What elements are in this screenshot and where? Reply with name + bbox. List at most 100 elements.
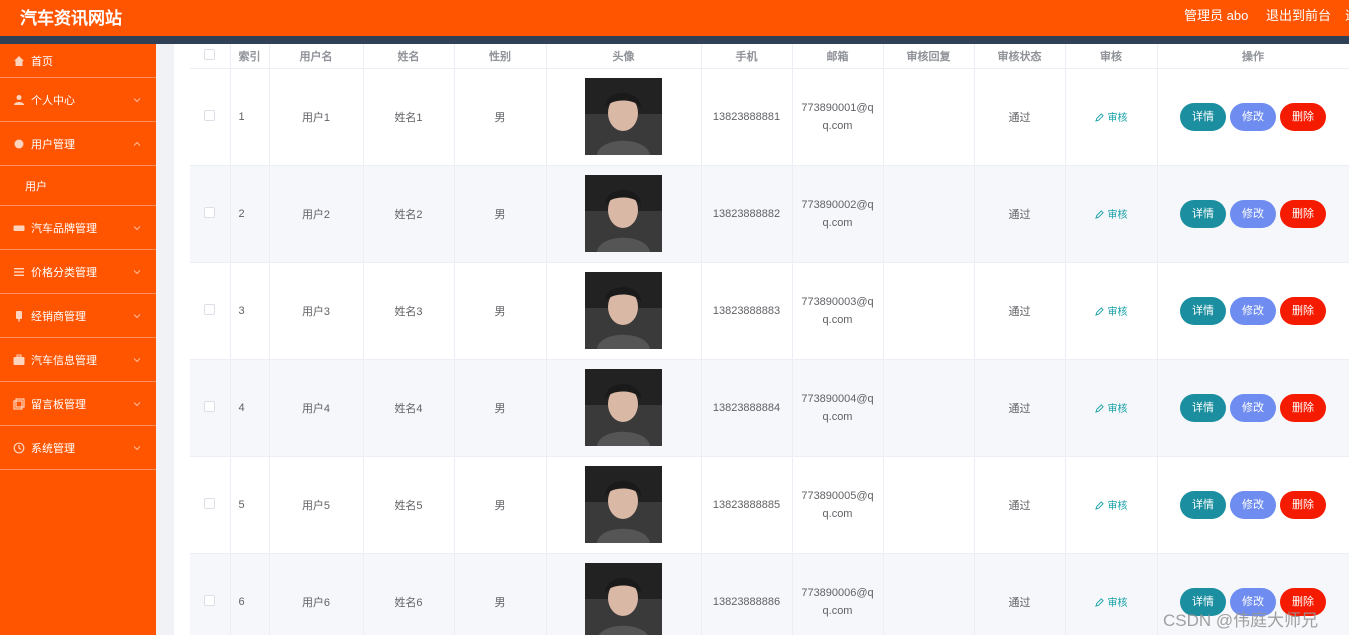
home-icon — [14, 55, 24, 66]
edit-button[interactable]: 修改 — [1230, 296, 1276, 325]
sidebar-item-label: 留言板管理 — [31, 398, 86, 411]
sidebar-item-car-brand[interactable]: 汽车品牌管理 — [0, 206, 156, 250]
index-value: 5 — [238, 498, 245, 511]
row-select-cell[interactable] — [190, 456, 231, 554]
user-table: 索引 用户名 姓名 性别 头像 手机 邮箱 审核回复 审核状态 审核 操作 1 … — [190, 44, 1349, 635]
row-checkbox[interactable] — [204, 497, 216, 509]
sidebar-item-label: 价格分类管理 — [31, 266, 97, 279]
delete-button[interactable]: 删除 — [1280, 102, 1326, 131]
audit-link[interactable]: 审核 — [1094, 404, 1128, 415]
detail-button[interactable]: 详情 — [1180, 296, 1226, 325]
sidebar-item-car-info[interactable]: 汽车信息管理 — [0, 338, 156, 382]
edit-button[interactable]: 修改 — [1230, 393, 1276, 422]
sidebar-item-user-management[interactable]: 用户管理 — [0, 122, 156, 166]
name-value: 姓名1 — [394, 111, 423, 124]
watermark: CSDN @伟庭大师兄 — [1163, 611, 1319, 630]
status-cell: 通过 — [974, 359, 1066, 457]
edit-button[interactable]: 修改 — [1230, 199, 1276, 228]
logout-link[interactable]: 退出到前台 — [1266, 5, 1331, 24]
status-cell: 通过 — [974, 456, 1066, 554]
gender-value: 男 — [494, 596, 506, 609]
delete-button[interactable]: 删除 — [1280, 393, 1326, 422]
row-checkbox[interactable] — [204, 109, 216, 121]
name-cell: 姓名1 — [363, 68, 455, 166]
audit-link[interactable]: 审核 — [1094, 598, 1128, 609]
row-select-cell[interactable] — [190, 553, 231, 635]
audit-link[interactable]: 审核 — [1094, 210, 1128, 221]
column-header: 审核回复 — [883, 44, 975, 69]
index-cell: 5 — [230, 456, 270, 554]
edit-button[interactable]: 修改 — [1230, 490, 1276, 519]
gender-value: 男 — [494, 402, 506, 415]
index-cell: 3 — [230, 262, 270, 360]
sidebar-item-home[interactable]: 首页 — [0, 44, 156, 78]
detail-button[interactable]: 详情 — [1180, 102, 1226, 131]
index-value: 3 — [238, 304, 245, 317]
sidebar-item-label: 首页 — [31, 55, 53, 68]
sidebar-item-price-category[interactable]: 价格分类管理 — [0, 250, 156, 294]
audit-link[interactable]: 审核 — [1094, 113, 1128, 124]
column-header: 邮箱 — [792, 44, 884, 69]
sidebar-item-message-board[interactable]: 留言板管理 — [0, 382, 156, 426]
audit-link-label: 审核 — [1107, 404, 1128, 415]
row-select-cell[interactable] — [190, 68, 231, 166]
reply-cell — [883, 553, 975, 635]
row-select-cell[interactable] — [190, 165, 231, 263]
phone-value: 13823888882 — [712, 207, 781, 220]
audit-cell: 审核 — [1065, 553, 1158, 635]
sidebar-item-dealer[interactable]: 经销商管理 — [0, 294, 156, 338]
table-row: 2 用户2 姓名2 男 13823888882 773890002@qq.com… — [190, 165, 1349, 263]
name-cell: 姓名3 — [363, 262, 455, 360]
name-cell: 姓名4 — [363, 359, 455, 457]
delete-button[interactable]: 删除 — [1280, 296, 1326, 325]
email-cell: 773890002@qq.com — [792, 165, 884, 263]
audit-link-label: 审核 — [1107, 113, 1128, 124]
table-row: 5 用户5 姓名5 男 13823888885 773890005@qq.com… — [190, 456, 1349, 554]
column-header: 操作 — [1157, 44, 1349, 69]
row-select-cell[interactable] — [190, 262, 231, 360]
row-checkbox[interactable] — [204, 400, 216, 412]
top-bar: 汽车资讯网站 管理员 abo 退出到前台 退 — [0, 0, 1349, 36]
row-checkbox[interactable] — [204, 594, 216, 606]
delete-button[interactable]: 删除 — [1280, 199, 1326, 228]
edit-pen-icon — [1094, 307, 1104, 316]
status-cell: 通过 — [974, 262, 1066, 360]
chevron-down-icon — [133, 401, 141, 406]
detail-button[interactable]: 详情 — [1180, 393, 1226, 422]
detail-button[interactable]: 详情 — [1180, 199, 1226, 228]
car-icon — [13, 225, 25, 231]
email-value: 773890005@qq.com — [801, 489, 874, 520]
gender-value: 男 — [494, 208, 506, 221]
row-checkbox[interactable] — [204, 206, 216, 218]
username-cell: 用户3 — [269, 262, 364, 360]
name-cell: 姓名5 — [363, 456, 455, 554]
name-value: 姓名6 — [394, 596, 423, 609]
select-all-checkbox[interactable] — [204, 48, 216, 60]
delete-button[interactable]: 删除 — [1280, 490, 1326, 519]
audit-link[interactable]: 审核 — [1094, 501, 1128, 512]
edit-pen-icon — [1094, 501, 1104, 510]
sidebar-item-system[interactable]: 系统管理 — [0, 426, 156, 470]
detail-button[interactable]: 详情 — [1180, 490, 1226, 519]
index-cell: 2 — [230, 165, 270, 263]
email-value: 773890006@qq.com — [801, 586, 874, 617]
reply-cell — [883, 68, 975, 166]
sidebar-item-label: 用户管理 — [31, 138, 75, 151]
gender-cell: 男 — [454, 456, 547, 554]
row-checkbox[interactable] — [204, 303, 216, 315]
reply-cell — [883, 456, 975, 554]
chevron-down-icon — [133, 445, 141, 450]
table-row: 3 用户3 姓名3 男 13823888883 773890003@qq.com… — [190, 262, 1349, 360]
table-row: 1 用户1 姓名1 男 13823888881 773890001@qq.com… — [190, 68, 1349, 166]
admin-user-label[interactable]: 管理员 abo — [1184, 5, 1248, 24]
sidebar: 首页 个人中心 用户管理 用户 汽车品牌管理 价格分类管理 经销商管理 汽车信息… — [0, 44, 156, 635]
sidebar-item-personal-center[interactable]: 个人中心 — [0, 78, 156, 122]
gender-value: 男 — [494, 305, 506, 318]
select-all-header[interactable] — [190, 44, 231, 69]
sidebar-item-users[interactable]: 用户 — [0, 166, 156, 206]
sidebar-item-label: 汽车信息管理 — [31, 354, 97, 367]
audit-link[interactable]: 审核 — [1094, 307, 1128, 318]
edit-button[interactable]: 修改 — [1230, 102, 1276, 131]
chevron-down-icon — [133, 357, 141, 362]
row-select-cell[interactable] — [190, 359, 231, 457]
